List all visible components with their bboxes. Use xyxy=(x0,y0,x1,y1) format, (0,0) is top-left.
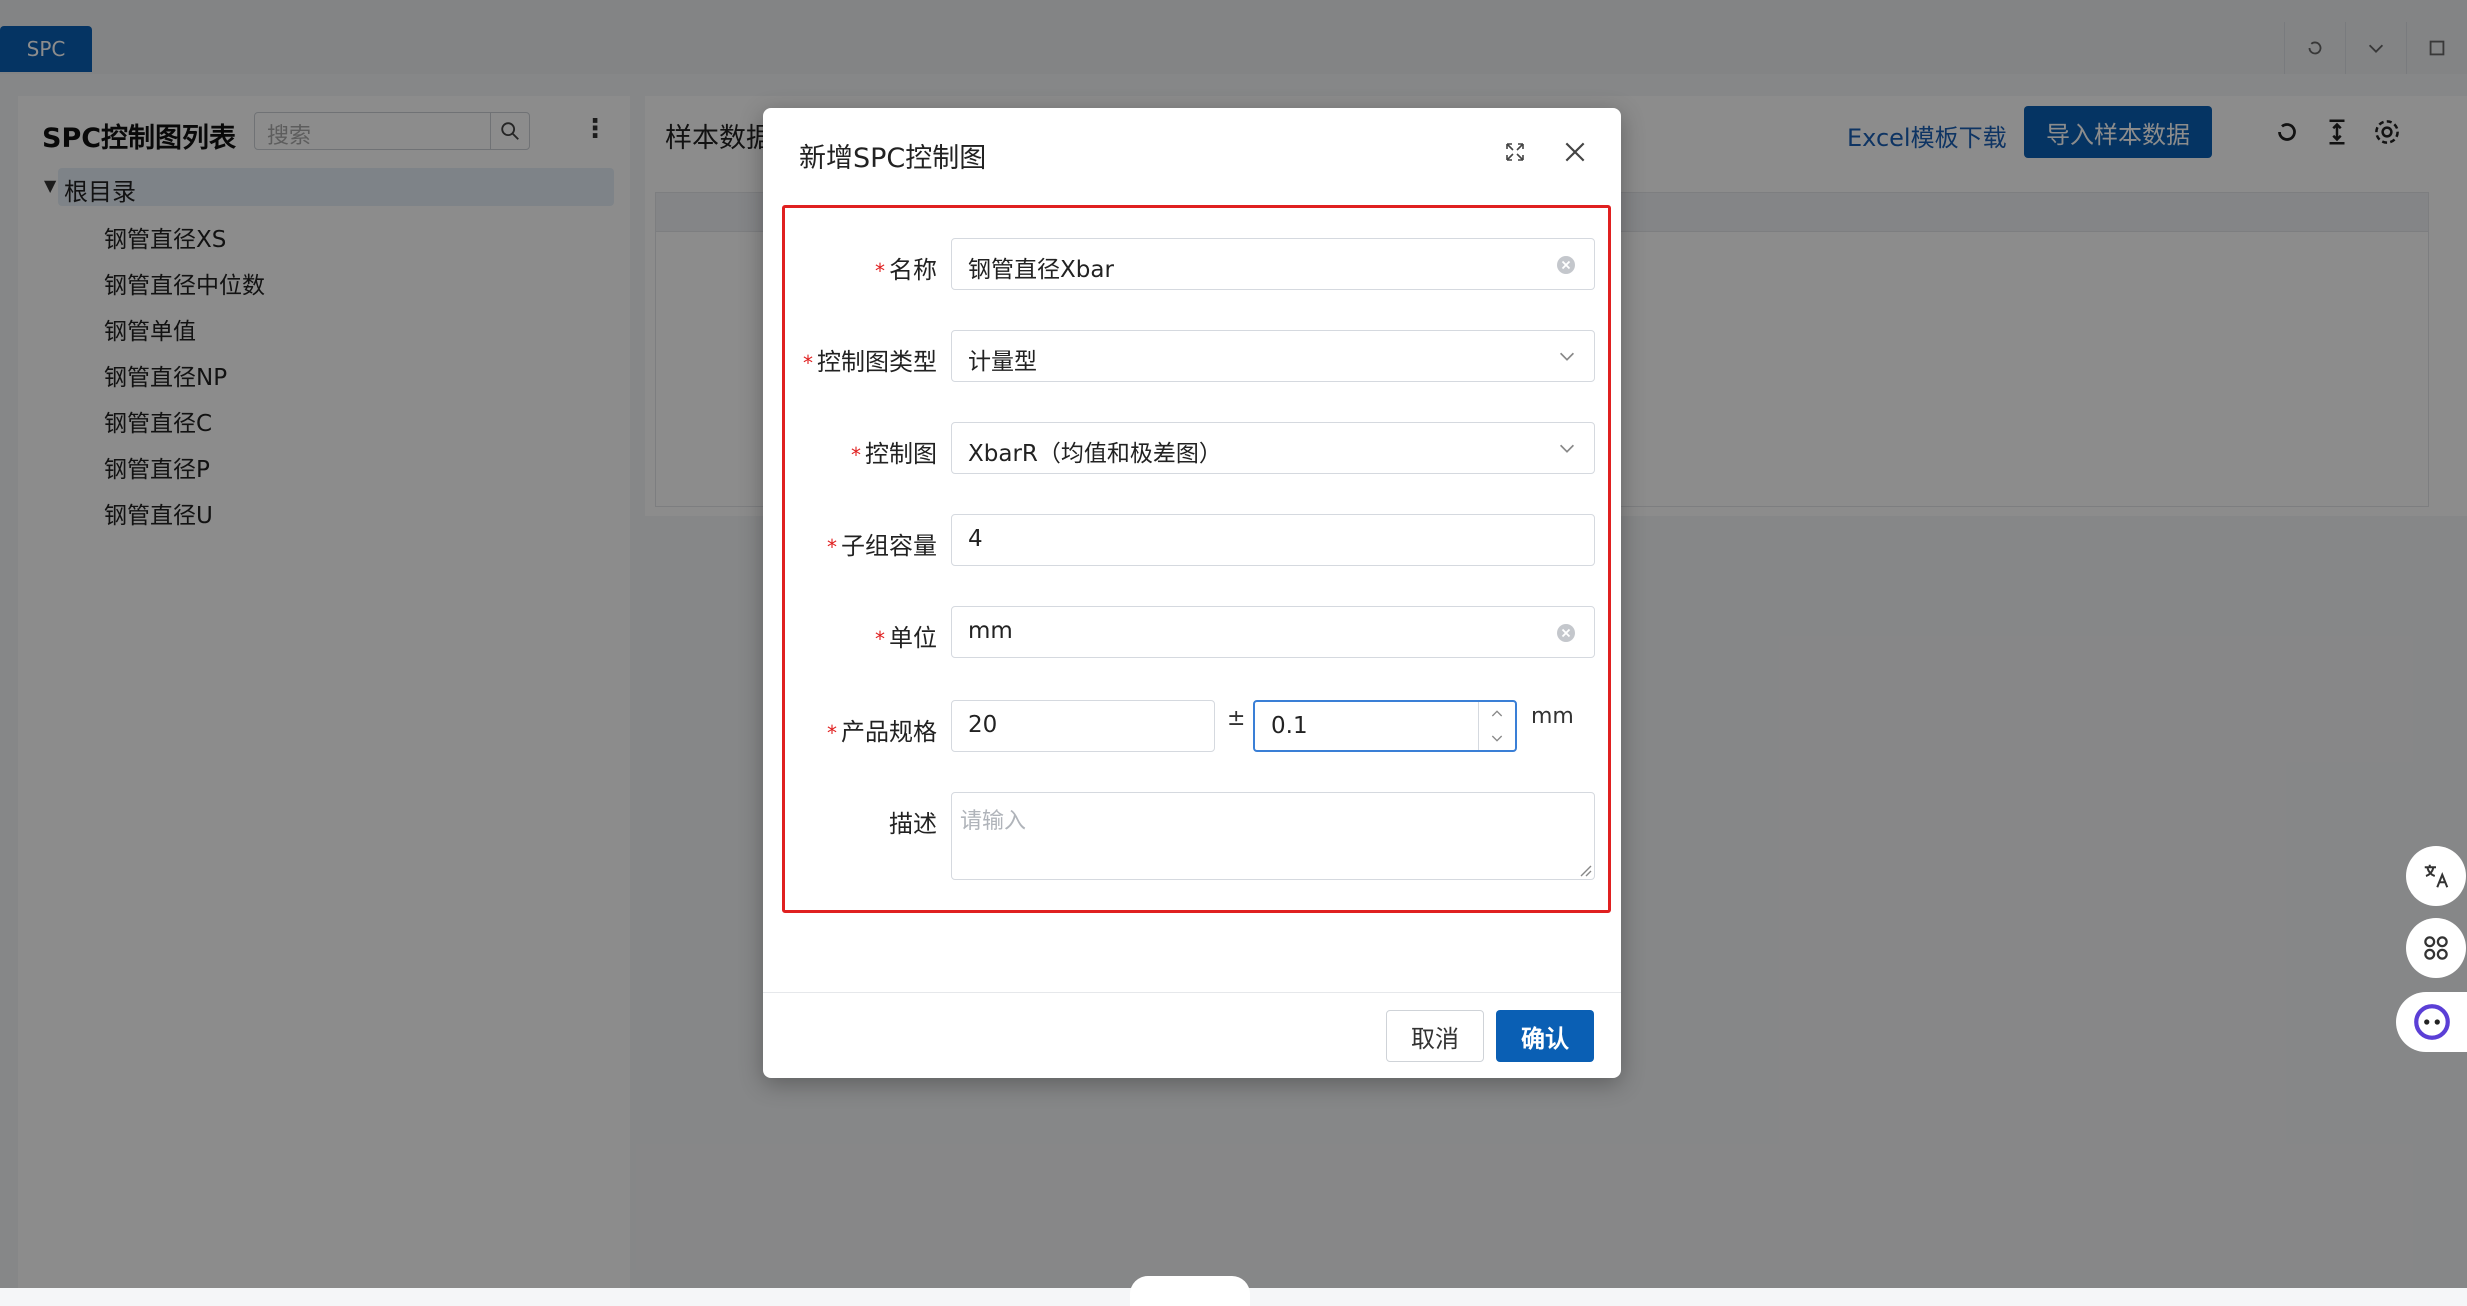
select-value: 计量型 xyxy=(968,349,1037,375)
required-mark: * xyxy=(875,259,885,283)
close-icon[interactable] xyxy=(1555,132,1595,172)
field-chart: * 控制图 XbarR（均值和极差图） xyxy=(763,422,1621,476)
chevron-down-icon[interactable] xyxy=(1489,730,1505,746)
field-label: 单位 xyxy=(889,624,937,652)
clear-icon[interactable] xyxy=(1556,255,1576,275)
input-value: 20 xyxy=(968,712,998,738)
subgroup-size-input[interactable]: 4 xyxy=(951,514,1595,566)
field-label: 子组容量 xyxy=(841,532,937,560)
name-input[interactable]: 钢管直径Xbar xyxy=(951,238,1595,290)
chart-type-select[interactable]: 计量型 xyxy=(951,330,1595,382)
input-value: 0.1 xyxy=(1271,713,1308,739)
field-label: 描述 xyxy=(889,810,937,838)
field-chart-type: * 控制图类型 计量型 xyxy=(763,330,1621,384)
chevron-down-icon xyxy=(1559,352,1575,361)
number-stepper[interactable] xyxy=(1478,702,1515,750)
clear-icon[interactable] xyxy=(1556,623,1576,643)
field-description: 描述 请输入 xyxy=(763,792,1621,880)
chevron-down-icon xyxy=(1559,444,1575,453)
add-spc-chart-dialog: 新增SPC控制图 * 名称 钢管直径Xbar * 控制图类型 计量型 * 控制图 Xb… xyxy=(763,108,1621,1078)
input-value: mm xyxy=(968,618,1013,644)
required-mark: * xyxy=(803,351,813,375)
field-label: 产品规格 xyxy=(841,718,937,746)
required-mark: * xyxy=(827,721,837,745)
required-mark: * xyxy=(851,443,861,467)
cancel-button[interactable]: 取消 xyxy=(1386,1010,1484,1062)
bottom-handle[interactable] xyxy=(1130,1276,1250,1306)
input-value: 4 xyxy=(968,526,983,552)
select-value: XbarR（均值和极差图） xyxy=(968,441,1222,467)
field-subgroup: * 子组容量 4 xyxy=(763,514,1621,568)
plus-minus-sign: ± xyxy=(1227,706,1246,731)
apps-grid-icon[interactable] xyxy=(2406,918,2466,978)
input-value: 钢管直径Xbar xyxy=(968,257,1114,283)
field-spec: * 产品规格 20 ± 0.1 mm xyxy=(763,700,1621,754)
chart-select[interactable]: XbarR（均值和极差图） xyxy=(951,422,1595,474)
required-mark: * xyxy=(875,627,885,651)
resize-grip-icon[interactable] xyxy=(1578,863,1592,877)
field-label: 控制图 xyxy=(865,440,937,468)
expand-icon[interactable] xyxy=(1497,134,1533,170)
spec-tolerance-input[interactable]: 0.1 xyxy=(1253,700,1517,752)
field-unit: * 单位 mm xyxy=(763,606,1621,660)
required-mark: * xyxy=(827,535,837,559)
field-name: * 名称 钢管直径Xbar xyxy=(763,238,1621,292)
spec-nominal-input[interactable]: 20 xyxy=(951,700,1215,752)
chevron-up-icon[interactable] xyxy=(1489,706,1505,722)
spec-unit-label: mm xyxy=(1531,704,1574,729)
assistant-icon[interactable] xyxy=(2396,992,2467,1052)
translate-icon[interactable] xyxy=(2406,846,2466,906)
dialog-footer-divider xyxy=(763,992,1621,993)
unit-input[interactable]: mm xyxy=(951,606,1595,658)
field-label: 名称 xyxy=(889,256,937,284)
textarea-placeholder: 请输入 xyxy=(960,809,1027,834)
confirm-button[interactable]: 确认 xyxy=(1496,1010,1594,1062)
field-label: 控制图类型 xyxy=(817,348,937,376)
description-textarea[interactable]: 请输入 xyxy=(951,792,1595,880)
dialog-title: 新增SPC控制图 xyxy=(799,143,987,174)
